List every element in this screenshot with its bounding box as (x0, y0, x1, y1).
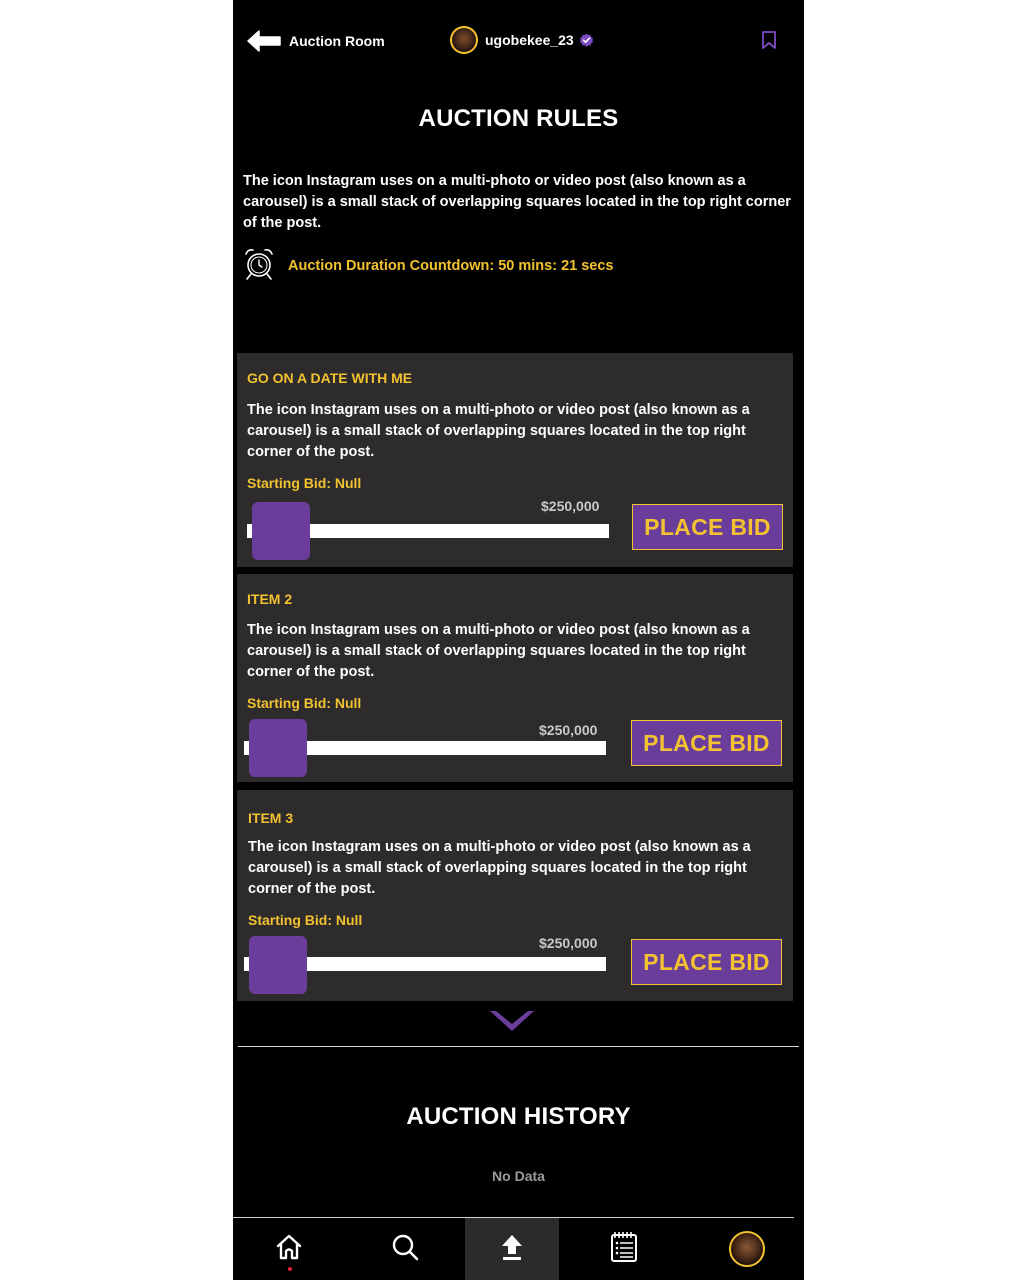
home-icon (274, 1232, 304, 1267)
nav-profile[interactable] (689, 1218, 804, 1280)
bid-max-label: $250,000 (541, 498, 600, 514)
auction-item-card: ITEM 3 The icon Instagram uses on a mult… (237, 790, 793, 1001)
arrow-left-icon (247, 30, 281, 52)
nav-upload[interactable] (465, 1218, 559, 1280)
bid-max-label: $250,000 (539, 722, 598, 738)
place-bid-button[interactable]: PLACE BID (632, 504, 783, 550)
nav-list[interactable] (559, 1218, 689, 1280)
bottom-nav (233, 1218, 804, 1280)
alarm-clock-icon (242, 247, 276, 286)
place-bid-button[interactable]: PLACE BID (631, 939, 782, 985)
bid-max-label: $250,000 (539, 935, 598, 951)
auction-history-title: AUCTION HISTORY (406, 1103, 631, 1130)
user-chip[interactable]: ugobekee_23 (450, 24, 594, 56)
auction-item-card: GO ON A DATE WITH ME The icon Instagram … (237, 353, 793, 567)
section-divider (238, 1046, 799, 1047)
upload-icon (500, 1233, 524, 1266)
countdown-text: Auction Duration Countdown: 50 mins: 21 … (288, 258, 614, 274)
verified-badge-icon (574, 32, 594, 48)
item-title: ITEM 2 (247, 591, 293, 607)
item-title: GO ON A DATE WITH ME (247, 370, 413, 386)
bookmark-icon (761, 31, 777, 53)
username[interactable]: ugobekee_23 (485, 32, 574, 48)
app-screen: Auction Room ugobekee_23 AUCTION RULES T… (233, 0, 804, 1280)
profile-avatar[interactable] (728, 1231, 765, 1267)
auction-item-card: ITEM 2 The icon Instagram uses on a mult… (237, 574, 793, 782)
top-bar: Auction Room ugobekee_23 (233, 0, 804, 80)
nav-home[interactable] (233, 1218, 345, 1280)
nav-search[interactable] (345, 1218, 465, 1280)
bid-slider-thumb[interactable] (249, 936, 307, 994)
show-more-button[interactable] (488, 1009, 536, 1040)
history-empty-text: No Data (492, 1168, 545, 1184)
auction-rules-title: AUCTION RULES (418, 105, 619, 132)
list-icon (610, 1231, 638, 1268)
item-title: ITEM 3 (248, 810, 294, 826)
starting-bid: Starting Bid: Null (247, 475, 362, 491)
bid-slider-thumb[interactable] (252, 502, 310, 560)
auction-countdown: Auction Duration Countdown: 50 mins: 21 … (242, 247, 614, 286)
notification-dot (288, 1267, 292, 1271)
back-button[interactable]: Auction Room (247, 26, 385, 56)
item-description: The icon Instagram uses on a multi-photo… (247, 402, 750, 460)
item-description: The icon Instagram uses on a multi-photo… (248, 839, 751, 897)
chevron-down-icon (488, 1011, 536, 1039)
bid-slider-thumb[interactable] (249, 719, 307, 777)
starting-bid: Starting Bid: Null (248, 912, 363, 928)
avatar[interactable] (450, 26, 478, 54)
back-label: Auction Room (289, 33, 385, 49)
place-bid-button[interactable]: PLACE BID (631, 720, 782, 766)
item-description: The icon Instagram uses on a multi-photo… (247, 622, 750, 680)
search-icon (391, 1233, 419, 1266)
starting-bid: Starting Bid: Null (247, 695, 362, 711)
bookmark-button[interactable] (761, 31, 777, 51)
auction-rules-text: The icon Instagram uses on a multi-photo… (243, 173, 791, 231)
